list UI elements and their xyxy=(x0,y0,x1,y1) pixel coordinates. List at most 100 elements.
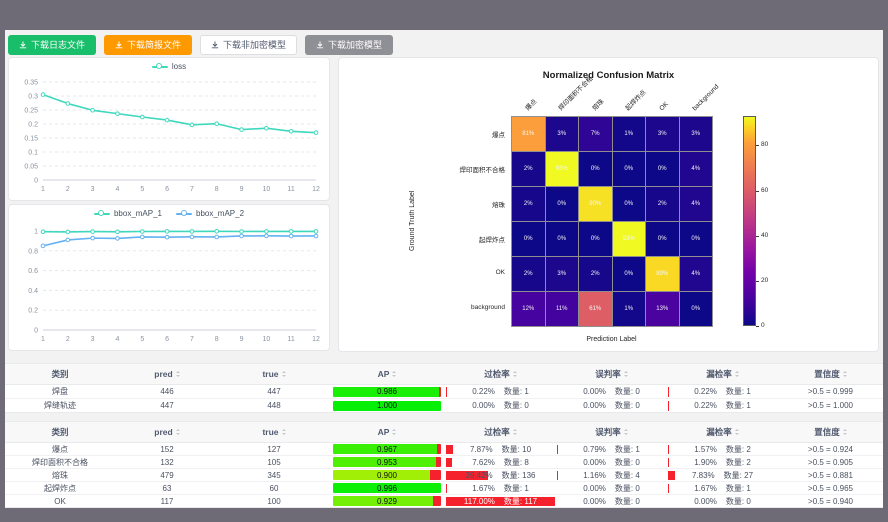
svg-text:4: 4 xyxy=(116,336,120,343)
rate-percent: 0.00% xyxy=(694,497,717,506)
matrix-row-label: 起焊炸点 xyxy=(423,234,505,244)
sort-caret-icon[interactable] xyxy=(624,371,628,377)
sort-asc-icon xyxy=(176,371,180,373)
column-header-置信度[interactable]: 置信度 xyxy=(778,422,883,442)
column-header-误判率[interactable]: 误判率 xyxy=(556,422,667,442)
download-log-button[interactable]: 下载日志文件 xyxy=(8,35,96,55)
ap-cell: 0.967 xyxy=(329,443,445,455)
legend-item-loss[interactable]: loss xyxy=(152,62,186,71)
column-header-AP[interactable]: AP xyxy=(329,364,445,384)
rate-percent: 1.90% xyxy=(694,458,717,467)
rate-quantity: 数量: 4 xyxy=(615,470,640,481)
svg-text:5: 5 xyxy=(140,336,144,343)
table-row: 焊印面积不合格1321050.9537.62%数量: 80.00%数量: 01.… xyxy=(5,456,883,469)
heatmap-cell: 11% xyxy=(546,292,579,326)
confidence-cell: >0.5 = 0.940 xyxy=(778,495,883,507)
svg-text:3: 3 xyxy=(91,186,95,193)
rate-bar xyxy=(668,458,669,467)
download-report-button[interactable]: 下载简报文件 xyxy=(104,35,192,55)
rate-quantity: 数量: 1 xyxy=(726,400,751,411)
rate-quantity: 数量: 8 xyxy=(504,457,529,468)
sort-desc-icon xyxy=(735,433,739,435)
overdetect-rate-cell: 7.87%数量: 10 xyxy=(445,443,556,455)
column-header-过检率[interactable]: 过检率 xyxy=(445,364,556,384)
column-header-true[interactable]: true xyxy=(219,422,329,442)
sort-caret-icon[interactable] xyxy=(513,429,517,435)
column-header-置信度[interactable]: 置信度 xyxy=(778,364,883,384)
column-header-漏检率[interactable]: 漏检率 xyxy=(667,364,778,384)
rate-percent: 1.67% xyxy=(472,484,495,493)
true-count-cell: 100 xyxy=(219,495,329,507)
download-encrypted-model-button[interactable]: 下载加密模型 xyxy=(305,35,393,55)
svg-text:1: 1 xyxy=(41,336,45,343)
column-header-漏检率[interactable]: 漏检率 xyxy=(667,422,778,442)
ap-cell: 0.900 xyxy=(329,469,445,481)
sort-asc-icon xyxy=(513,371,517,373)
class-name-cell: 焊缝轨迹 xyxy=(5,399,115,412)
rate-quantity: 数量: 1 xyxy=(615,444,640,455)
misjudge-rate-cell: 0.00%数量: 0 xyxy=(556,385,667,398)
rate-bar xyxy=(668,401,669,411)
heatmap-cell: 0% xyxy=(579,152,612,186)
download-plain-model-button[interactable]: 下载非加密模型 xyxy=(200,35,297,55)
pred-count-cell: 152 xyxy=(115,443,219,455)
sort-desc-icon xyxy=(624,433,628,435)
miss-rate-cell: 1.57%数量: 2 xyxy=(667,443,778,455)
column-header-label: 漏检率 xyxy=(706,368,732,380)
rate-percent: 39.42% xyxy=(466,471,493,480)
chart-legend: bbox_mAP_1 bbox_mAP_2 xyxy=(9,209,329,218)
matrix-column-label: 起焊炸点 xyxy=(624,88,649,113)
svg-text:1: 1 xyxy=(41,186,45,193)
column-header-AP[interactable]: AP xyxy=(329,422,445,442)
column-header-label: 误判率 xyxy=(595,426,621,438)
class-name-cell: 焊盘 xyxy=(5,385,115,398)
column-header-误判率[interactable]: 误判率 xyxy=(556,364,667,384)
rate-quantity: 数量: 10 xyxy=(502,444,531,455)
column-header-label: pred xyxy=(154,427,172,437)
miss-rate-cell: 7.83%数量: 27 xyxy=(667,469,778,481)
heatmap-cell: 2% xyxy=(512,257,545,291)
column-header-pred[interactable]: pred xyxy=(115,422,219,442)
heatmap-cell: 1% xyxy=(613,292,646,326)
column-header-label: 置信度 xyxy=(814,426,840,438)
ap-value: 0.967 xyxy=(329,443,445,455)
svg-text:12: 12 xyxy=(312,336,320,343)
sort-caret-icon[interactable] xyxy=(176,371,180,377)
sort-caret-icon[interactable] xyxy=(282,371,286,377)
rate-quantity: 数量: 1 xyxy=(726,483,751,494)
sort-caret-icon[interactable] xyxy=(513,371,517,377)
sort-caret-icon[interactable] xyxy=(735,371,739,377)
svg-text:8: 8 xyxy=(215,186,219,193)
rate-bar xyxy=(446,497,555,506)
sort-caret-icon[interactable] xyxy=(735,429,739,435)
chart-title: Normalized Confusion Matrix xyxy=(339,70,878,81)
sort-asc-icon xyxy=(843,371,847,373)
overdetect-rate-cell: 7.62%数量: 8 xyxy=(445,456,556,468)
sort-asc-icon xyxy=(392,371,396,373)
rate-quantity: 数量: 1 xyxy=(726,386,751,397)
sort-caret-icon[interactable] xyxy=(843,429,847,435)
heatmap-cell: 7% xyxy=(579,117,612,151)
svg-text:10: 10 xyxy=(262,336,270,343)
overdetect-rate-cell: 117.00%数量: 117 xyxy=(445,495,556,507)
heatmap-cell: 93% xyxy=(613,222,646,256)
sort-caret-icon[interactable] xyxy=(176,429,180,435)
sort-caret-icon[interactable] xyxy=(282,429,286,435)
rate-percent: 7.83% xyxy=(692,471,715,480)
sort-caret-icon[interactable] xyxy=(392,371,396,377)
svg-text:2: 2 xyxy=(66,336,70,343)
sort-caret-icon[interactable] xyxy=(624,429,628,435)
column-header-pred[interactable]: pred xyxy=(115,364,219,384)
legend-item-bbox_mAP_1[interactable]: bbox_mAP_1 xyxy=(94,209,162,218)
column-header-true[interactable]: true xyxy=(219,364,329,384)
legend-item-bbox_mAP_2[interactable]: bbox_mAP_2 xyxy=(176,209,244,218)
download-icon xyxy=(115,41,123,49)
sort-desc-icon xyxy=(176,433,180,435)
rate-percent: 1.67% xyxy=(694,484,717,493)
column-header-过检率[interactable]: 过检率 xyxy=(445,422,556,442)
ap-value: 0.953 xyxy=(329,456,445,468)
rate-bar xyxy=(557,471,558,480)
sort-caret-icon[interactable] xyxy=(843,371,847,377)
true-count-cell: 127 xyxy=(219,443,329,455)
sort-caret-icon[interactable] xyxy=(392,429,396,435)
